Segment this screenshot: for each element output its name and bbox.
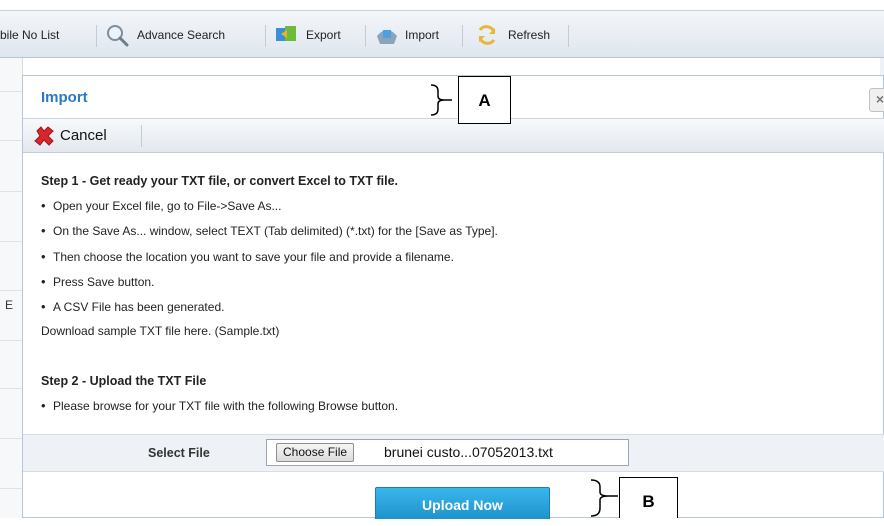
close-button[interactable]: × bbox=[869, 88, 884, 112]
export-icon bbox=[276, 26, 296, 41]
dialog-toolbar: Cancel bbox=[23, 118, 884, 153]
toolbar-separator bbox=[96, 25, 97, 47]
grid-line bbox=[0, 241, 22, 242]
import-icon bbox=[377, 30, 397, 44]
background-grid-left: E bbox=[0, 58, 23, 518]
select-file-row: Select File Choose File brunei custo...0… bbox=[23, 434, 884, 472]
step1-heading: Step 1 - Get ready your TXT file, or con… bbox=[41, 174, 399, 188]
toolbar-separator bbox=[141, 125, 142, 147]
dialog-title: Import bbox=[41, 89, 88, 106]
grid-line bbox=[0, 388, 22, 389]
grid-line bbox=[0, 340, 22, 341]
grid-line bbox=[0, 191, 22, 192]
step1-bullet: Press Save button. bbox=[41, 274, 154, 289]
toolbar-separator bbox=[462, 25, 463, 47]
import-dialog: Import × Cancel Step 1 - Get ready your … bbox=[22, 75, 884, 519]
upload-now-button[interactable]: Upload Now bbox=[375, 487, 550, 519]
toolbar-separator bbox=[568, 25, 569, 47]
selected-file-name: brunei custo...07052013.txt bbox=[384, 444, 553, 460]
callout-b: B bbox=[619, 477, 678, 518]
step2-heading: Step 2 - Upload the TXT File bbox=[41, 374, 207, 388]
file-input[interactable]: Choose File brunei custo...07052013.txt bbox=[266, 439, 629, 466]
download-sample-link[interactable]: Download sample TXT file here. (Sample.t… bbox=[41, 324, 279, 338]
step1-bullet: On the Save As... window, select TEXT (T… bbox=[41, 223, 498, 238]
toolbar-separator bbox=[365, 25, 366, 47]
toolbar-advance-search-button[interactable]: Advance Search bbox=[137, 25, 225, 45]
step2-bullet: Please browse for your TXT file with the… bbox=[41, 398, 398, 413]
main-toolbar: bile No List Advance Search Export Impor… bbox=[0, 10, 884, 58]
magnifier-icon bbox=[107, 25, 129, 47]
grid-line bbox=[0, 290, 22, 291]
refresh-icon bbox=[478, 25, 496, 45]
grid-line bbox=[0, 438, 22, 439]
grid-line bbox=[0, 488, 22, 489]
select-file-label: Select File bbox=[148, 446, 210, 460]
cancel-label: Cancel bbox=[60, 127, 107, 144]
grid-cell-text: E bbox=[5, 298, 14, 312]
grid-line bbox=[0, 140, 22, 141]
cancel-x-icon bbox=[34, 126, 54, 146]
callout-b-brace bbox=[590, 479, 618, 517]
toolbar-import-button[interactable]: Import bbox=[405, 25, 439, 45]
callout-a: A bbox=[458, 76, 511, 124]
grid-line bbox=[0, 91, 22, 92]
step1-bullet: Then choose the location you want to sav… bbox=[41, 249, 454, 264]
toolbar-mobile-no-list-button[interactable]: bile No List bbox=[0, 25, 59, 45]
toolbar-refresh-button[interactable]: Refresh bbox=[508, 25, 550, 45]
toolbar-separator bbox=[265, 25, 266, 47]
choose-file-button[interactable]: Choose File bbox=[276, 443, 355, 462]
step1-bullet: A CSV File has been generated. bbox=[41, 299, 224, 314]
toolbar-export-button[interactable]: Export bbox=[306, 25, 341, 45]
callout-a-brace bbox=[430, 84, 452, 116]
step1-bullet: Open your Excel file, go to File->Save A… bbox=[41, 198, 281, 213]
